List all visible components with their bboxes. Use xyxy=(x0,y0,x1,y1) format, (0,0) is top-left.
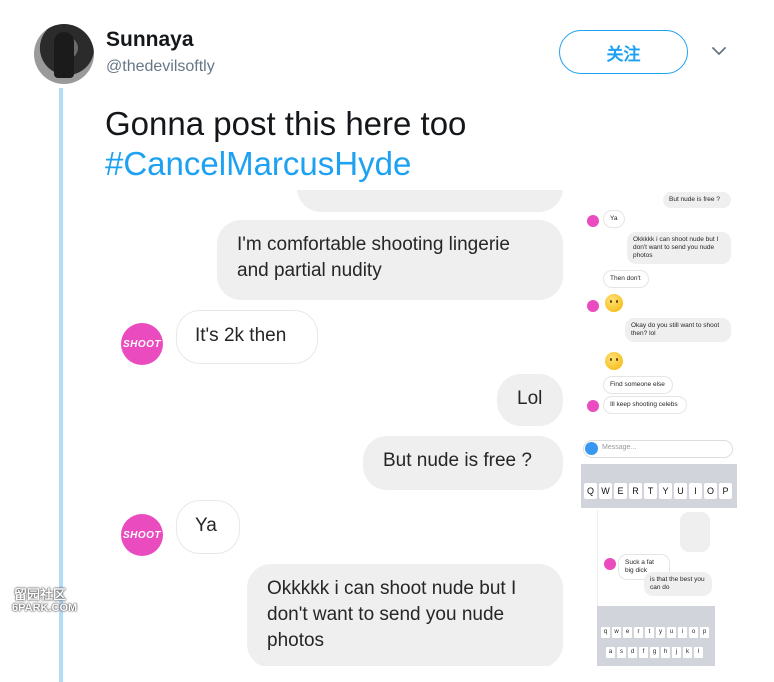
side-bubble: Then don't xyxy=(603,270,649,288)
watermark: 留园社区 xyxy=(14,587,67,602)
shoot-avatar: SHOOT xyxy=(121,514,163,556)
mini-key: y xyxy=(656,627,665,638)
mini-key: o xyxy=(689,627,698,638)
mini-key: i xyxy=(678,627,687,638)
key: I xyxy=(689,483,702,499)
mini-key: f xyxy=(639,647,648,658)
mini-key: k xyxy=(683,647,692,658)
side-bubble: But nude is free ? xyxy=(663,192,731,208)
smiley-icon xyxy=(605,352,623,370)
side-bubble: Ill keep shooting celebs xyxy=(603,396,687,414)
nested-image xyxy=(680,512,710,552)
key: P xyxy=(719,483,732,499)
mini-keyboard: qwertyuiop asdfghjkl xyxy=(597,606,715,666)
mini-key: a xyxy=(606,647,615,658)
mini-key: h xyxy=(661,647,670,658)
mini-key: q xyxy=(601,627,610,638)
tweet-body: Gonna post this here too xyxy=(105,105,467,142)
key: U xyxy=(674,483,687,499)
mini-key: p xyxy=(700,627,709,638)
smiley-icon xyxy=(605,294,623,312)
chat-screenshot-main: I'm comfortable shooting lingerie and pa… xyxy=(105,190,575,666)
tweet-text: Gonna post this here too #CancelMarcusHy… xyxy=(105,104,466,184)
chat-bubble-incoming: Ya xyxy=(176,500,240,554)
mini-key: l xyxy=(694,647,703,658)
side-bubble: is that the best you can do xyxy=(644,572,712,596)
display-name[interactable]: Sunnaya xyxy=(106,28,194,52)
message-composer: Message... xyxy=(583,440,733,458)
mini-key: u xyxy=(667,627,676,638)
shoot-avatar-small xyxy=(604,558,616,570)
chat-bubble-outgoing: Lol xyxy=(497,374,563,426)
chat-bubble-outgoing: But nude is free ? xyxy=(363,436,563,490)
shoot-avatar-small xyxy=(587,215,599,227)
chat-bubble-incoming: It's 2k then xyxy=(176,310,318,364)
side-bubble: Ya xyxy=(603,210,625,228)
chat-bubble-cut xyxy=(297,190,563,212)
shoot-avatar-small xyxy=(587,400,599,412)
mini-key: d xyxy=(628,647,637,658)
key: O xyxy=(704,483,717,499)
chat-bubble-outgoing: I'm comfortable shooting lingerie and pa… xyxy=(217,220,563,300)
user-handle[interactable]: @thedevilsoftly xyxy=(106,58,215,76)
shoot-avatar: SHOOT xyxy=(121,323,163,365)
chevron-down-icon[interactable] xyxy=(712,46,726,56)
mini-key: s xyxy=(617,647,626,658)
keyboard-row: Q W E R T Y U I O P xyxy=(584,483,732,499)
side-bubble: Okay do you still want to shoot then? lo… xyxy=(625,318,731,342)
hashtag-link[interactable]: #CancelMarcusHyde xyxy=(105,144,466,184)
chat-bubble-outgoing: Okkkkk i can shoot nude but I don't want… xyxy=(247,564,563,666)
key: E xyxy=(614,483,627,499)
key: T xyxy=(644,483,657,499)
mini-key: g xyxy=(650,647,659,658)
key: W xyxy=(599,483,612,499)
follow-button[interactable]: 关注 xyxy=(559,30,688,74)
side-bubble: Okkkkk i can shoot nude but I don't want… xyxy=(627,232,731,264)
key: Q xyxy=(584,483,597,499)
shoot-avatar-small xyxy=(587,300,599,312)
mini-key: r xyxy=(634,627,643,638)
side-bubble: Find someone else xyxy=(603,376,673,394)
mini-key: w xyxy=(612,627,621,638)
tweet-image[interactable]: I'm comfortable shooting lingerie and pa… xyxy=(105,190,737,666)
watermark-url: 6PARK.COM xyxy=(12,602,78,614)
key: R xyxy=(629,483,642,499)
mini-keyboard-row: qwertyuiop xyxy=(597,606,715,639)
avatar[interactable] xyxy=(34,24,94,84)
key: Y xyxy=(659,483,672,499)
mini-keyboard-row: asdfghjkl xyxy=(597,639,715,659)
mini-key: j xyxy=(672,647,681,658)
mini-key: e xyxy=(623,627,632,638)
mini-key: t xyxy=(645,627,654,638)
